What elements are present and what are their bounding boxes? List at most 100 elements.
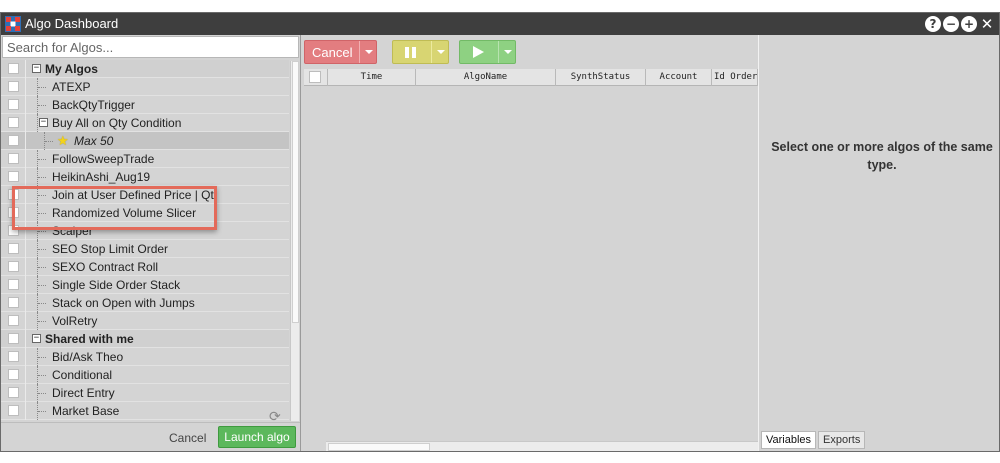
row-checkbox[interactable] <box>8 351 19 362</box>
row-checkbox[interactable] <box>8 261 19 272</box>
row-divider <box>25 150 26 168</box>
algo-search-input[interactable] <box>2 36 299 58</box>
column-header-synthstatus[interactable]: SynthStatus <box>556 69 646 86</box>
row-divider <box>25 114 26 132</box>
tree-item-label: Randomized Volume Slicer <box>52 206 197 220</box>
tree-subgroup-label: Buy All on Qty Condition <box>52 116 182 130</box>
row-checkbox[interactable] <box>8 207 19 218</box>
row-checkbox[interactable] <box>8 117 19 128</box>
maximize-icon[interactable]: + <box>961 16 977 32</box>
tree-group-my-algos[interactable]: − My Algos <box>1 60 289 78</box>
tree-row[interactable]: ★ Max 50 <box>1 132 289 150</box>
row-checkbox[interactable] <box>8 405 19 416</box>
pause-algo-button[interactable] <box>392 40 449 64</box>
row-checkbox[interactable] <box>8 243 19 254</box>
row-checkbox[interactable] <box>8 189 19 200</box>
launch-algo-button[interactable]: Launch algo <box>218 426 296 448</box>
tree-row[interactable]: SEXO Contract Roll <box>1 258 289 276</box>
row-checkbox[interactable] <box>8 81 19 92</box>
tree-item-label: Join at User Defined Price | Qt <box>52 188 214 202</box>
tree-group-label: Shared with me <box>45 332 134 346</box>
tree-row[interactable]: HeikinAshi_Aug19 <box>1 168 289 186</box>
tree-group-buy-all[interactable]: − Buy All on Qty Condition <box>1 114 289 132</box>
empty-selection-message: Select one or more algos of the same typ… <box>771 140 993 172</box>
select-all-checkbox[interactable] <box>309 71 321 83</box>
tree-row[interactable]: VolRetry <box>1 312 289 330</box>
row-checkbox[interactable] <box>8 279 19 290</box>
row-divider <box>25 294 26 312</box>
tree-row[interactable]: Direct Entry <box>1 384 289 402</box>
grid-horizontal-scrollbar[interactable] <box>326 441 758 451</box>
tree-row[interactable]: SEO Stop Limit Order <box>1 240 289 258</box>
algo-grid-header: Time AlgoName SynthStatus Account Id Ord… <box>304 69 758 86</box>
algo-toolbar: Cancel <box>302 35 758 69</box>
row-checkbox[interactable] <box>8 387 19 398</box>
tree-item-label: Max 50 <box>74 134 114 148</box>
tree-group-shared[interactable]: − Shared with me <box>1 330 289 348</box>
pause-icon <box>405 47 416 58</box>
tab-variables[interactable]: Variables <box>761 431 817 449</box>
close-icon[interactable]: ✕ <box>979 16 995 32</box>
row-checkbox[interactable] <box>8 171 19 182</box>
row-checkbox[interactable] <box>8 297 19 308</box>
tree-item-label: ATEXP <box>52 80 91 94</box>
tree-item-label: Scalper <box>52 224 93 238</box>
tree-row[interactable]: BackQtyTrigger <box>1 96 289 114</box>
resume-algo-button[interactable] <box>459 40 516 64</box>
cancel-algo-button[interactable]: Cancel <box>304 40 377 64</box>
row-checkbox[interactable] <box>8 315 19 326</box>
tree-connector <box>38 267 46 268</box>
tree-row[interactable]: Market Base <box>1 402 289 420</box>
cancel-dropdown[interactable] <box>359 41 376 63</box>
column-header-account[interactable]: Account <box>646 69 712 86</box>
tree-item-label: Stack on Open with Jumps <box>52 296 195 310</box>
collapse-icon[interactable]: − <box>32 64 41 73</box>
row-checkbox[interactable] <box>8 99 19 110</box>
tree-connector <box>38 411 46 412</box>
row-checkbox[interactable] <box>8 153 19 164</box>
left-footer: Cancel Launch algo <box>1 422 300 451</box>
row-checkbox[interactable] <box>8 225 19 236</box>
tree-item-label: Market Base <box>52 404 120 418</box>
tree-row[interactable]: Bid/Ask Theo <box>1 348 289 366</box>
row-checkbox[interactable] <box>8 333 19 344</box>
window-title: Algo Dashboard <box>25 16 119 31</box>
tab-exports[interactable]: Exports <box>818 431 866 449</box>
minimize-icon[interactable]: − <box>943 16 959 32</box>
tree-row[interactable]: Single Side Order Stack <box>1 276 289 294</box>
cancel-button[interactable]: Cancel <box>169 431 206 445</box>
tree-row[interactable]: Randomized Volume Slicer <box>1 204 289 222</box>
row-checkbox[interactable] <box>8 63 19 74</box>
tree-connector <box>38 303 46 304</box>
tree-row[interactable]: Stack on Open with Jumps <box>1 294 289 312</box>
title-bar: Algo Dashboard ? − + ✕ <box>1 13 999 35</box>
tree-row[interactable]: ATEXP <box>1 78 289 96</box>
row-divider <box>25 168 26 186</box>
chevron-down-icon <box>437 50 445 54</box>
pause-dropdown[interactable] <box>431 41 448 63</box>
column-header-algoname[interactable]: AlgoName <box>416 69 556 86</box>
tree-row[interactable]: FollowSweepTrade <box>1 150 289 168</box>
row-divider <box>25 402 26 420</box>
row-divider <box>25 132 26 150</box>
tree-row[interactable]: Join at User Defined Price | Qt <box>1 186 289 204</box>
column-header-id-order[interactable]: Id Order <box>712 69 758 86</box>
tree-item-label: VolRetry <box>52 314 98 328</box>
row-checkbox[interactable] <box>8 369 19 380</box>
select-all-column[interactable] <box>304 69 328 86</box>
tree-scroll-thumb[interactable] <box>292 61 299 323</box>
play-dropdown[interactable] <box>498 41 515 63</box>
tree-row[interactable]: Conditional <box>1 366 289 384</box>
row-divider <box>25 330 26 348</box>
column-header-time[interactable]: Time <box>328 69 416 86</box>
favorite-star-icon: ★ <box>57 133 69 148</box>
collapse-icon[interactable]: − <box>39 118 48 127</box>
collapse-icon[interactable]: − <box>32 334 41 343</box>
help-icon[interactable]: ? <box>925 16 941 32</box>
row-checkbox[interactable] <box>8 135 19 146</box>
tree-vertical-scrollbar[interactable] <box>290 61 299 421</box>
grid-scroll-thumb[interactable] <box>328 443 430 451</box>
row-divider <box>25 60 26 78</box>
refresh-icon[interactable]: ⟳ <box>269 408 285 424</box>
tree-row[interactable]: Scalper <box>1 222 289 240</box>
